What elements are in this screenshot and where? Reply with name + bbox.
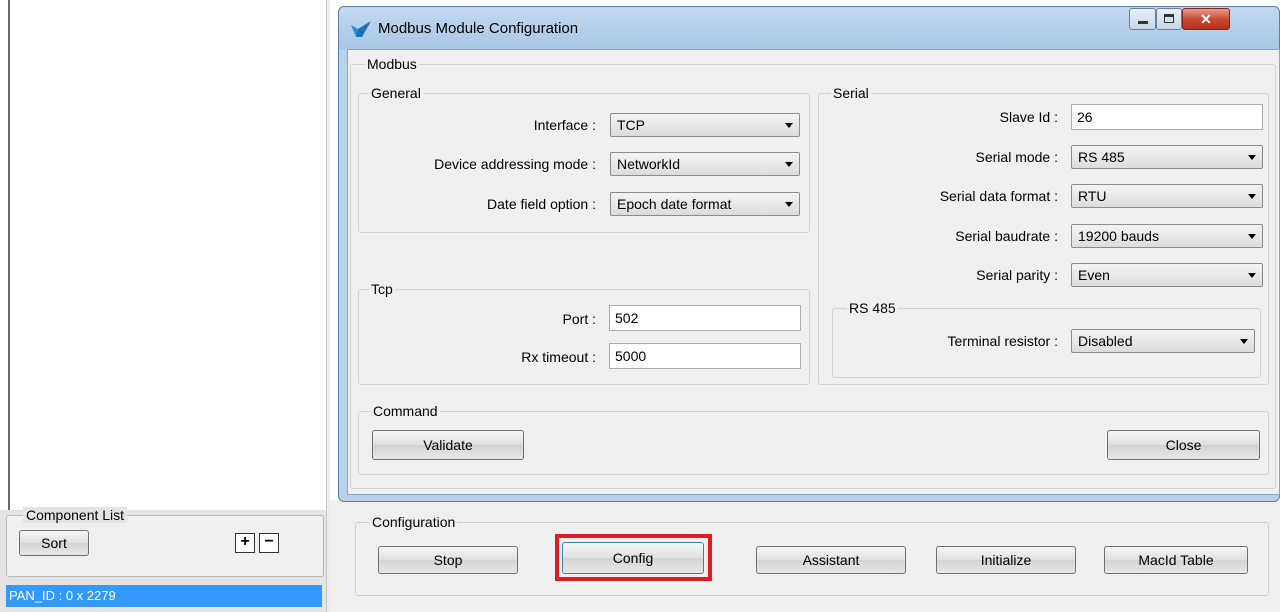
chevron-down-icon: [1240, 339, 1248, 344]
chevron-down-icon: [785, 162, 793, 167]
rx-timeout-input[interactable]: 5000: [609, 343, 801, 369]
interface-value: TCP: [617, 117, 645, 133]
rs485-group-title: RS 485: [847, 300, 898, 316]
serial-mode-value: RS 485: [1078, 149, 1125, 165]
sort-button[interactable]: Sort: [19, 530, 89, 556]
close-button[interactable]: Close: [1107, 430, 1260, 460]
addressing-value: NetworkId: [617, 156, 681, 172]
highlight-box: [555, 534, 712, 581]
port-input[interactable]: 502: [609, 305, 801, 331]
validate-button[interactable]: Validate: [372, 430, 524, 460]
serial-mode-label: Serial mode :: [975, 149, 1058, 165]
app-logo-icon: [350, 20, 372, 38]
port-label: Port :: [562, 311, 596, 327]
chevron-down-icon: [785, 202, 793, 207]
macid-table-button[interactable]: MacId Table: [1104, 546, 1248, 574]
rx-timeout-label: Rx timeout :: [521, 349, 596, 365]
left-divider: [8, 0, 10, 510]
serial-parity-select[interactable]: Even: [1071, 263, 1263, 287]
dialog-title: Modbus Module Configuration: [378, 20, 579, 37]
terminal-resistor-value: Disabled: [1078, 333, 1133, 349]
serial-mode-select[interactable]: RS 485: [1071, 145, 1263, 169]
expand-all-button[interactable]: +: [235, 533, 255, 553]
addressing-label: Device addressing mode :: [434, 156, 596, 172]
chevron-down-icon: [1248, 155, 1256, 160]
tcp-group-title: Tcp: [369, 281, 395, 297]
chevron-down-icon: [1248, 194, 1256, 199]
assistant-button[interactable]: Assistant: [756, 546, 906, 574]
terminal-resistor-label: Terminal resistor :: [947, 333, 1058, 349]
collapse-all-button[interactable]: −: [259, 533, 279, 553]
serial-format-value: RTU: [1078, 188, 1107, 204]
component-list-group: Component List Sort + −: [6, 507, 324, 577]
close-icon[interactable]: ✕: [1182, 8, 1230, 30]
minimize-icon[interactable]: [1129, 8, 1156, 30]
stop-button[interactable]: Stop: [378, 546, 518, 574]
serial-format-select[interactable]: RTU: [1071, 184, 1263, 208]
component-list-item[interactable]: PAN_ID : 0 x 2279: [6, 585, 322, 607]
chevron-down-icon: [1248, 273, 1256, 278]
maximize-icon[interactable]: [1156, 8, 1182, 30]
command-group-title: Command: [371, 403, 440, 419]
chevron-down-icon: [785, 123, 793, 128]
configuration-title: Configuration: [370, 514, 458, 530]
tcp-group: Tcp: [358, 281, 810, 385]
interface-label: Interface :: [533, 117, 596, 133]
serial-baudrate-select[interactable]: 19200 bauds: [1071, 224, 1263, 248]
date-option-label: Date field option :: [487, 196, 596, 212]
serial-baudrate-value: 19200 bauds: [1078, 228, 1159, 244]
addressing-select[interactable]: NetworkId: [610, 152, 800, 176]
general-group-title: General: [369, 85, 423, 101]
modbus-group-title: Modbus: [365, 56, 419, 72]
serial-parity-label: Serial parity :: [976, 267, 1058, 283]
slave-id-label: Slave Id :: [999, 109, 1058, 125]
date-option-select[interactable]: Epoch date format: [610, 192, 800, 216]
serial-group-title: Serial: [831, 85, 871, 101]
initialize-button[interactable]: Initialize: [936, 546, 1076, 574]
interface-select[interactable]: TCP: [610, 113, 800, 137]
slave-id-input[interactable]: 26: [1071, 104, 1263, 130]
serial-parity-value: Even: [1078, 267, 1110, 283]
component-list-title: Component List: [23, 507, 128, 523]
serial-format-label: Serial data format :: [939, 188, 1058, 204]
date-option-value: Epoch date format: [617, 196, 732, 212]
terminal-resistor-select[interactable]: Disabled: [1071, 329, 1255, 353]
serial-baudrate-label: Serial baudrate :: [955, 228, 1058, 244]
chevron-down-icon: [1248, 234, 1256, 239]
